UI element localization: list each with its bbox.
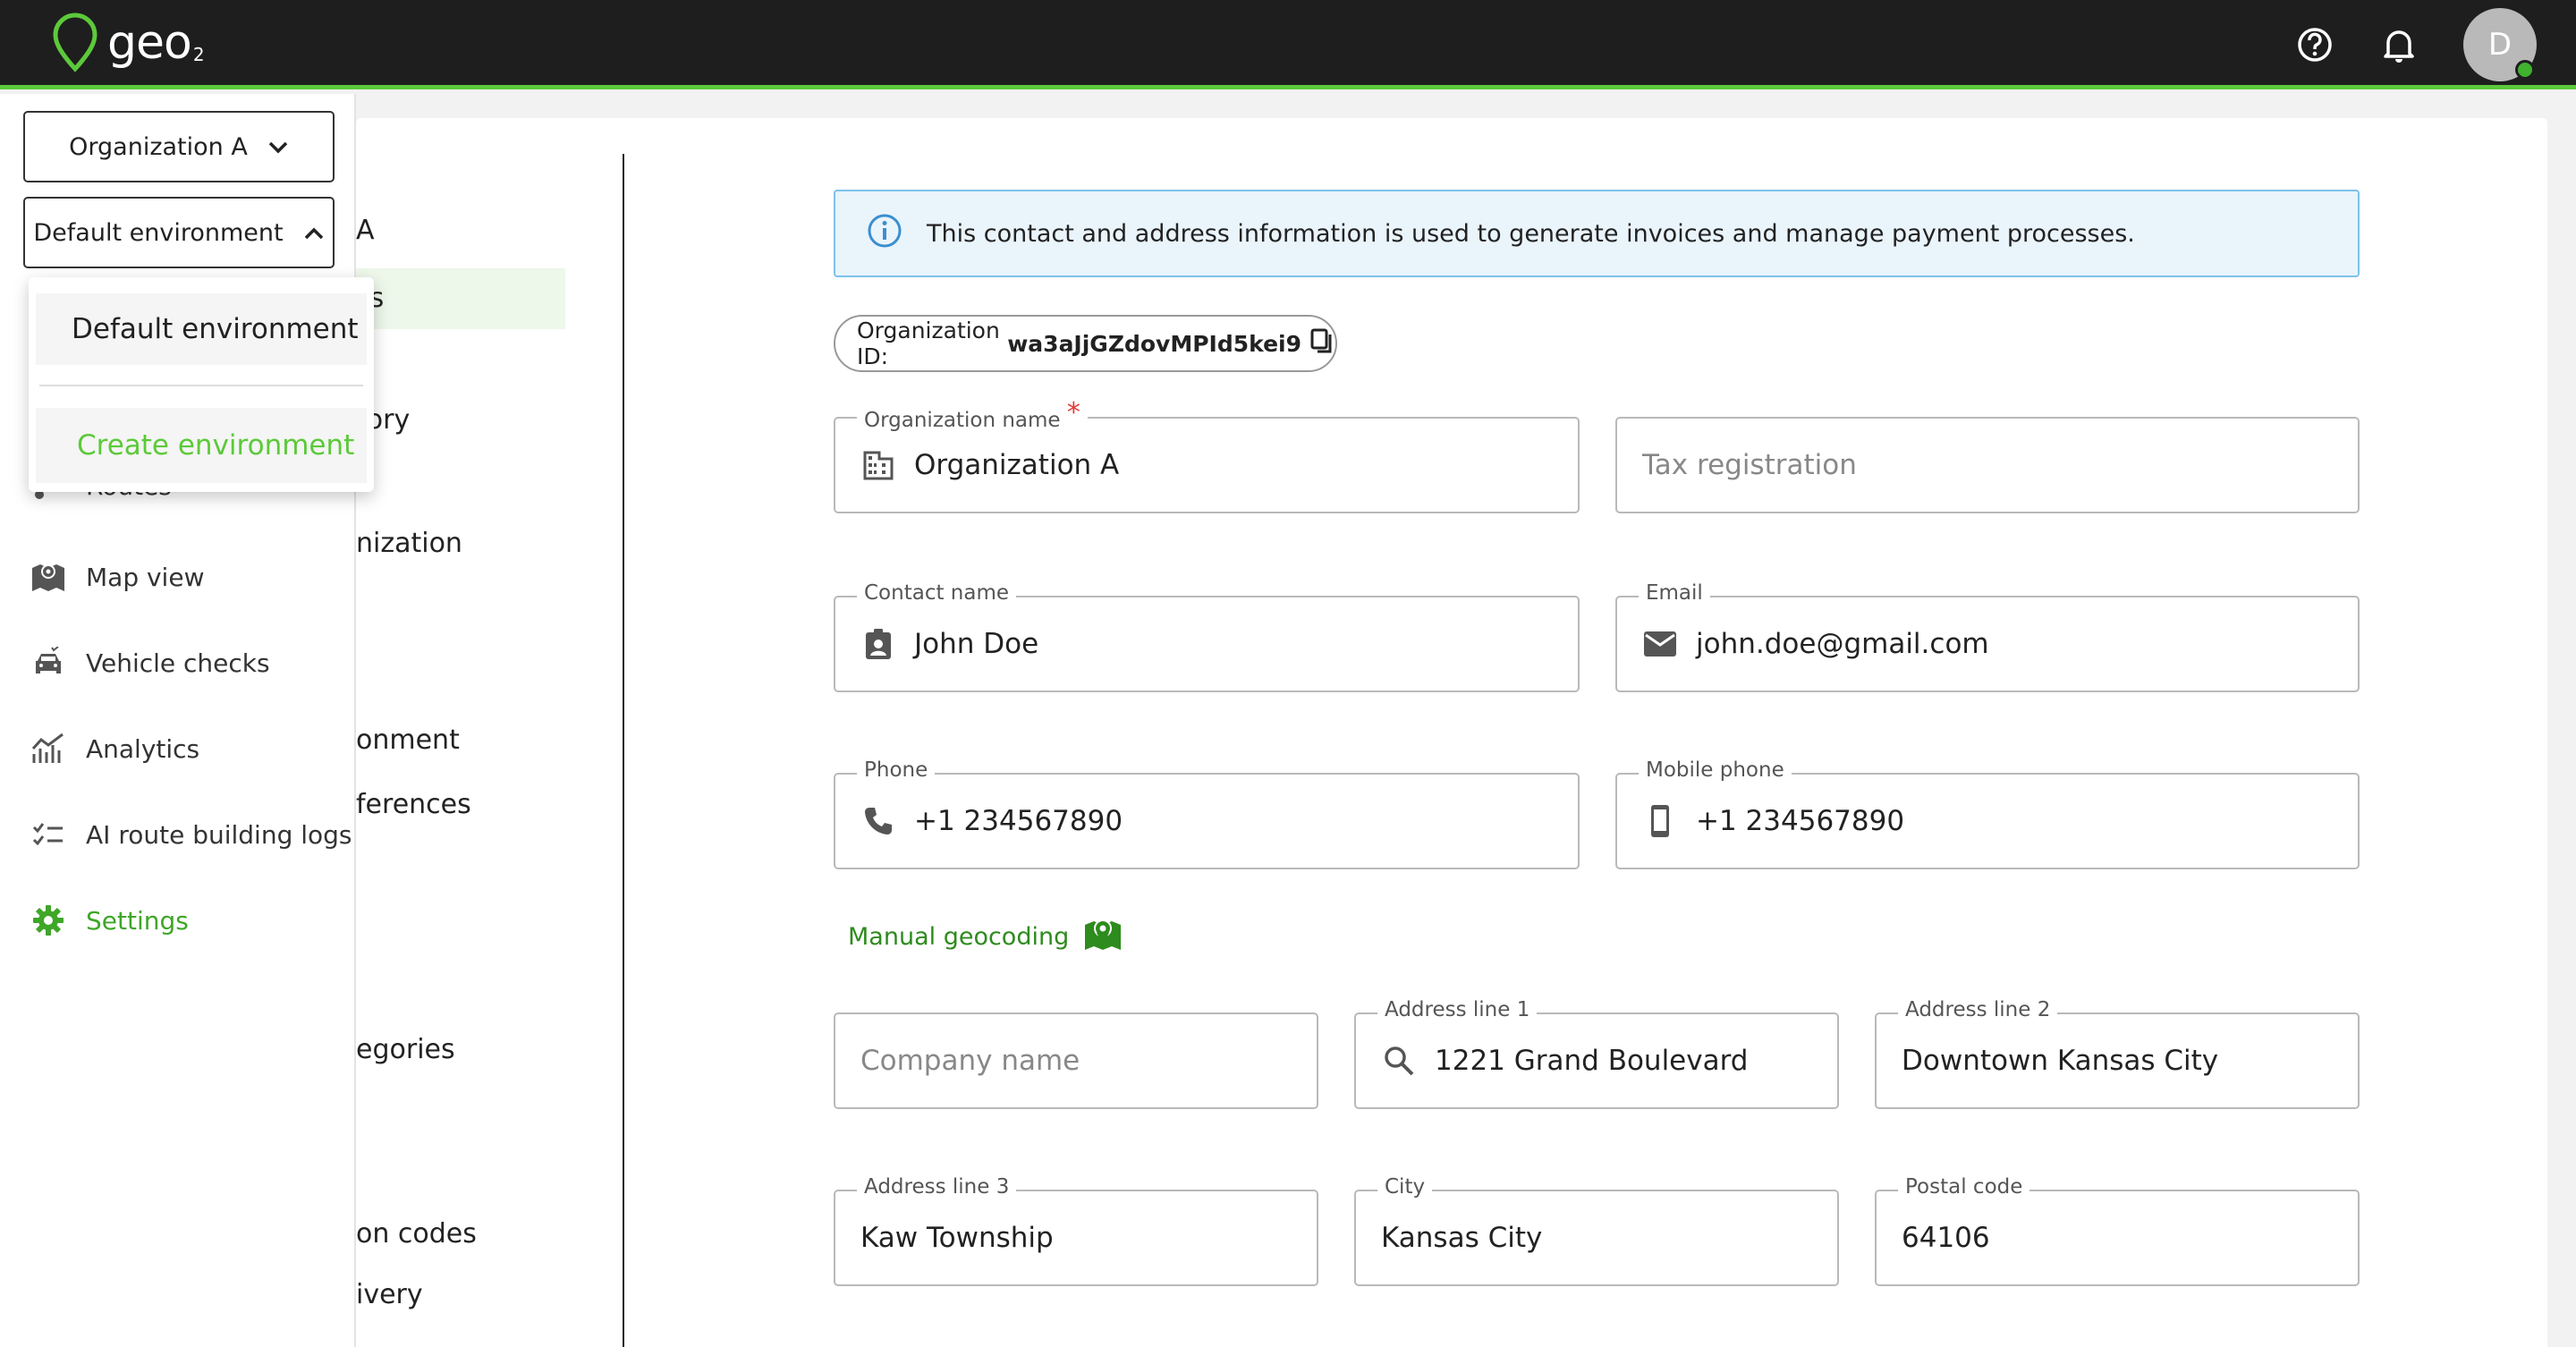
email-value: john.doe@gmail.com [1696,628,1989,660]
company-name-field[interactable]: Company name [834,1012,1318,1109]
environment-select[interactable]: Default environment [23,197,335,268]
sidebar-item-ai-route-building-logs[interactable]: AI route building logs [30,817,352,852]
help-icon[interactable] [2295,25,2334,64]
map-view-icon [30,559,66,595]
logo-text: geo [107,16,192,70]
environment-select-value: Default environment [33,218,284,247]
email-field[interactable]: Email john.doe@gmail.com [1615,581,2360,692]
required-asterisk: * [1066,397,1080,428]
tax-registration-placeholder: Tax registration [1642,449,1857,481]
dropdown-option-default-environment[interactable]: Default environment [36,293,367,365]
sidebar-item-label: AI route building logs [86,819,352,850]
phone-label: Phone [857,758,936,782]
contact-name-label: Contact name [857,581,1017,605]
phone-icon [860,803,896,839]
postal-code-field[interactable]: Postal code 64106 [1875,1175,2360,1286]
address-line-3-label: Address line 3 [857,1175,1017,1199]
submenu-divider [623,154,624,1347]
top-bar: geo 2 D [0,0,2576,89]
organization-name-value: Organization A [914,449,1120,481]
ai-logs-icon [30,817,66,852]
logo-subscript: 2 [192,44,205,65]
submenu-item[interactable]: A [356,215,375,246]
bell-icon[interactable] [2379,25,2419,64]
submenu-item[interactable]: onment [356,724,460,756]
location-pin-icon [53,13,97,72]
info-banner-text: This contact and address information is … [927,219,2135,248]
manual-geocoding-link[interactable]: Manual geocoding [848,916,1123,958]
info-icon [866,212,903,256]
sidebar-item-label: Map view [86,562,205,592]
organization-name-label: Organization name * [857,397,1088,434]
chevron-down-icon [267,133,289,161]
sidebar-item-vehicle-checks[interactable]: Vehicle checks [30,645,270,681]
mobile-phone-label: Mobile phone [1639,758,1792,782]
org-id-value: wa3aJjGZdovMPId5kei9 [1007,330,1301,357]
tax-registration-field[interactable]: Tax registration [1615,417,2360,513]
vehicle-checks-icon [30,645,66,681]
address-line-3-value: Kaw Township [860,1222,1054,1254]
sidebar-item-settings[interactable]: Settings [30,902,189,938]
sidebar-item-map-view[interactable]: Map view [30,559,204,595]
sidebar-item-label: Settings [86,905,189,936]
app-logo[interactable]: geo 2 [50,11,205,75]
organization-select-value: Organization A [69,132,248,161]
mobile-phone-field[interactable]: Mobile phone +1 234567890 [1615,758,2360,869]
search-icon [1381,1043,1417,1079]
dropdown-divider [39,385,363,386]
submenu-item[interactable]: on codes [356,1218,477,1250]
email-label: Email [1639,581,1710,605]
submenu-active-highlight [356,268,565,329]
mobile-phone-value: +1 234567890 [1696,805,1905,837]
analytics-icon [30,731,66,767]
address-line-1-value: 1221 Grand Boulevard [1435,1045,1749,1077]
online-status-dot [2515,60,2535,80]
organization-id-chip: Organization ID: wa3aJjGZdovMPId5kei9 [834,315,1337,372]
address-line-2-value: Downtown Kansas City [1902,1045,2219,1077]
chevron-up-icon [303,219,325,247]
building-icon [860,447,896,483]
sidebar-item-label: Analytics [86,733,200,764]
city-field[interactable]: City Kansas City [1354,1175,1839,1286]
postal-code-label: Postal code [1898,1175,2030,1199]
company-name-placeholder: Company name [860,1045,1080,1077]
city-value: Kansas City [1381,1222,1543,1254]
contact-badge-icon [860,626,896,662]
gear-icon [30,902,66,938]
sidebar-item-analytics[interactable]: Analytics [30,731,199,767]
submenu-item[interactable]: nization [356,528,462,559]
envelope-icon [1642,626,1678,662]
address-line-1-field[interactable]: Address line 1 1221 Grand Boulevard [1354,998,1839,1109]
address-line-2-label: Address line 2 [1898,998,2058,1021]
address-line-3-field[interactable]: Address line 3 Kaw Township [834,1175,1318,1286]
environment-dropdown-menu: Default environment Create environment [29,277,374,492]
copy-icon[interactable] [1309,326,1335,360]
city-label: City [1377,1175,1433,1199]
info-banner: This contact and address information is … [834,190,2360,277]
avatar-initial: D [2487,27,2512,63]
phone-value: +1 234567890 [914,805,1123,837]
submenu-item[interactable]: ivery [356,1279,423,1310]
submenu-item[interactable]: ferences [356,789,471,820]
map-pin-icon [1083,916,1123,958]
contact-name-value: John Doe [914,628,1039,660]
organization-select[interactable]: Organization A [23,111,335,182]
user-avatar[interactable]: D [2463,8,2537,81]
phone-field[interactable]: Phone +1 234567890 [834,758,1580,869]
sidebar-item-label: Vehicle checks [86,648,270,678]
mobile-phone-icon [1642,803,1678,839]
address-line-2-field[interactable]: Address line 2 Downtown Kansas City [1875,998,2360,1109]
org-id-label: Organization ID: [857,318,1000,369]
organization-name-field[interactable]: Organization name * Organization A [834,397,1580,513]
manual-geocoding-label: Manual geocoding [848,923,1070,951]
address-line-1-label: Address line 1 [1377,998,1538,1021]
dropdown-option-create-environment[interactable]: Create environment [36,408,367,483]
submenu-item[interactable]: egories [356,1034,455,1065]
contact-name-field[interactable]: Contact name John Doe [834,581,1580,692]
content-card [356,118,2547,1347]
postal-code-value: 64106 [1902,1222,1990,1254]
